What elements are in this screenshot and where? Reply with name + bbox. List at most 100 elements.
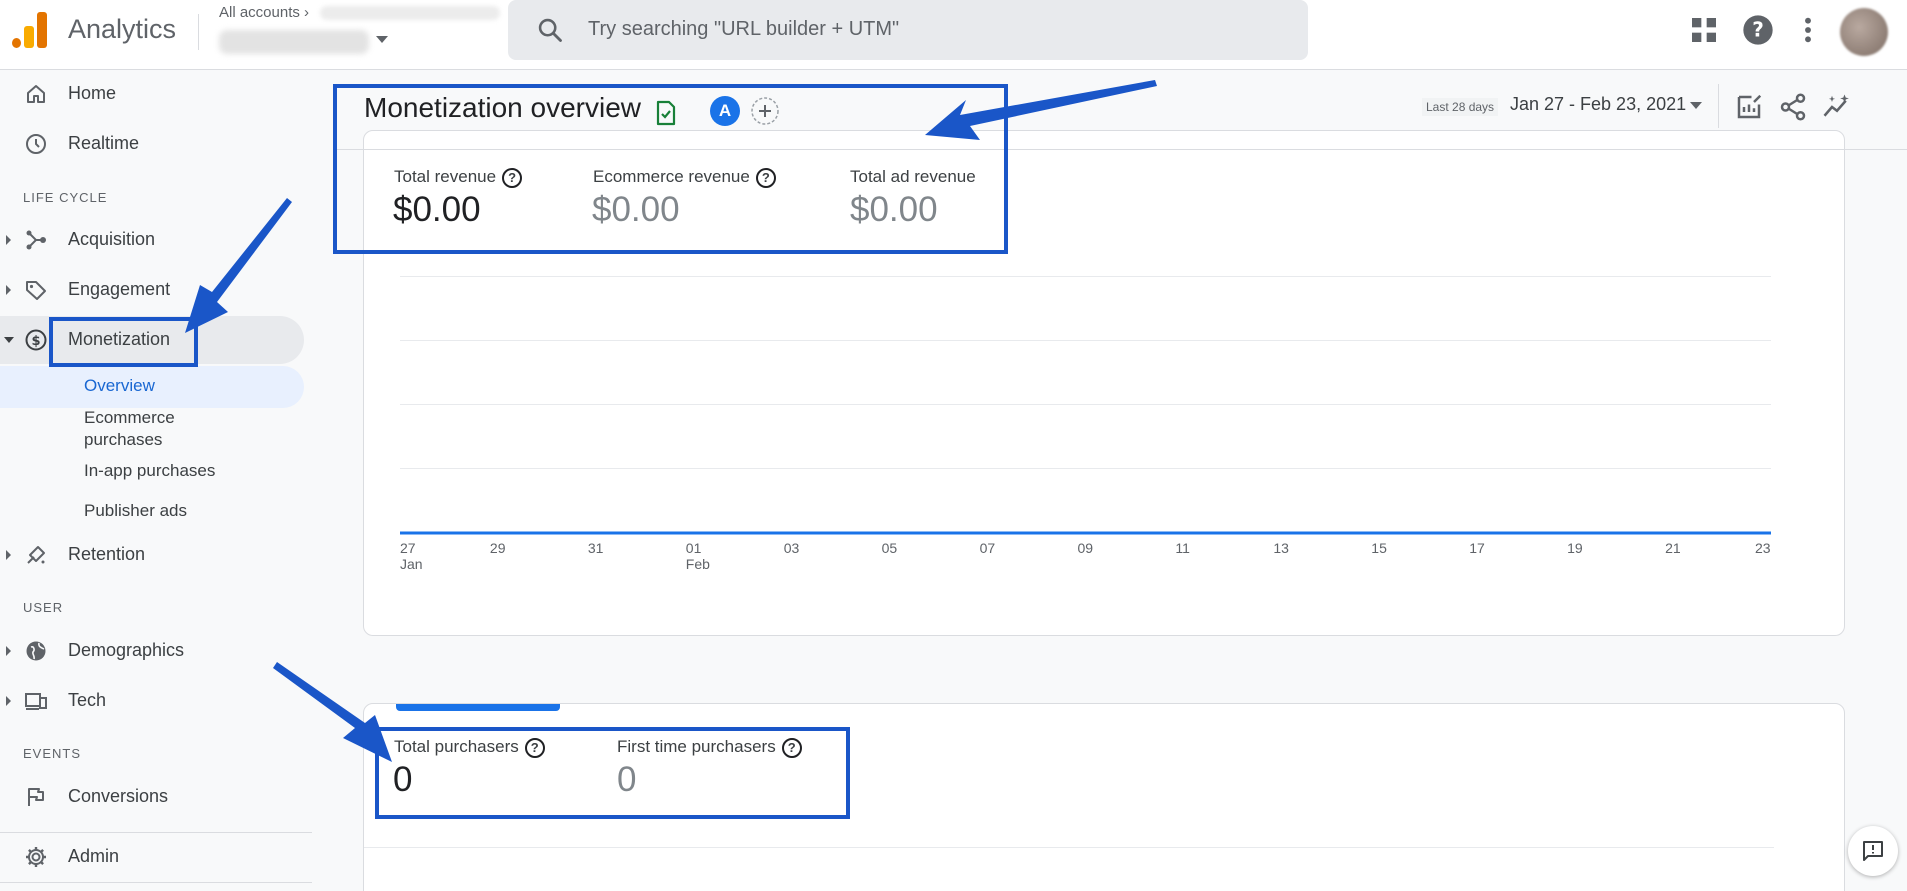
- x-tick-label: 03: [784, 540, 800, 556]
- more-vert-icon[interactable]: [1792, 14, 1824, 46]
- x-tick-label: 21: [1665, 540, 1681, 556]
- x-tick-label: 13: [1273, 540, 1289, 556]
- x-tick-label: 31: [588, 540, 604, 556]
- expand-arrow-icon[interactable]: [6, 285, 11, 295]
- section-label-lifecycle: LIFE CYCLE: [23, 190, 108, 205]
- x-tick-day: 01: [685, 540, 702, 556]
- x-tick-label: 05: [882, 540, 898, 556]
- x-tick-label: 01 Feb: [686, 540, 710, 572]
- sidebar-item-label: Engagement: [68, 279, 171, 299]
- sidebar-item-retention[interactable]: Retention: [0, 531, 304, 579]
- sidebar-item-home[interactable]: Home: [0, 70, 304, 118]
- customize-report-icon[interactable]: [1734, 92, 1764, 122]
- x-tick-day: 03: [783, 540, 800, 556]
- sidebar-subitem-ecommerce[interactable]: Ecommerce purchases: [84, 407, 175, 451]
- x-tick-day: 15: [1371, 540, 1387, 556]
- sidebar-subitem-label-line2: purchases: [84, 430, 163, 449]
- x-tick-day: 21: [1665, 540, 1681, 556]
- feedback-icon: [1863, 841, 1883, 861]
- x-tick-day: 05: [881, 540, 898, 556]
- x-tick-label: 07: [980, 540, 996, 556]
- date-range[interactable]: Jan 27 - Feb 23, 2021: [1510, 94, 1686, 115]
- x-tick-day: 07: [979, 540, 996, 556]
- sidebar-subitem-overview[interactable]: Overview: [84, 375, 155, 397]
- sidebar-subitem-inapp[interactable]: In-app purchases: [84, 460, 215, 482]
- gridline: [400, 404, 1771, 405]
- app-title: Analytics: [68, 14, 177, 44]
- apps-grid-icon[interactable]: [1688, 14, 1720, 46]
- sidebar-item-label: Admin: [68, 846, 120, 866]
- card-tab-indicator: [396, 704, 560, 711]
- expand-arrow-icon[interactable]: [6, 235, 11, 245]
- x-tick-label: 19: [1567, 540, 1583, 556]
- property-selector-redacted[interactable]: [219, 30, 369, 54]
- expand-arrow-icon[interactable]: [6, 550, 11, 560]
- sidebar-item-conversions[interactable]: Conversions: [0, 773, 304, 821]
- sidebar-item-acquisition[interactable]: Acquisition: [0, 216, 304, 264]
- sidebar-item-realtime[interactable]: Realtime: [0, 120, 304, 168]
- accounts-label[interactable]: All accounts: [219, 4, 300, 21]
- analytics-logo-icon[interactable]: [12, 12, 48, 48]
- insights-icon[interactable]: [1822, 92, 1852, 122]
- x-tick-day: 29: [489, 540, 506, 556]
- sidebar-item-label: Home: [68, 83, 117, 103]
- svg-text:$: $: [31, 334, 40, 349]
- sidebar-item-demographics[interactable]: Demographics: [0, 627, 304, 675]
- top-bar: Analytics All accounts › Try searching "…: [0, 0, 1907, 70]
- share-icon[interactable]: [1778, 92, 1808, 122]
- acquisition-icon: [26, 230, 46, 250]
- accounts-breadcrumb[interactable]: All accounts ›: [219, 4, 309, 21]
- date-dropdown-icon[interactable]: [1690, 102, 1702, 109]
- x-tick-day: 17: [1469, 540, 1485, 556]
- chart-plot: [400, 531, 1771, 535]
- sidebar-item-label: Conversions: [68, 786, 169, 806]
- x-tick-month: Jan: [400, 556, 423, 572]
- date-preset-label[interactable]: Last 28 days: [1422, 98, 1499, 116]
- sidebar-item-engagement[interactable]: Engagement: [0, 266, 304, 314]
- sidebar: Home Realtime LIFE CYCLE Acquisition Eng…: [0, 70, 312, 891]
- x-tick-label: 29: [490, 540, 506, 556]
- search-bar[interactable]: Try searching "URL builder + UTM": [508, 0, 1308, 60]
- retention-icon: [27, 546, 45, 564]
- expand-arrow-icon[interactable]: [6, 646, 11, 656]
- annotation-box-header: [333, 84, 1008, 254]
- gridline: [400, 276, 1771, 277]
- x-tick-label: 17: [1469, 540, 1485, 556]
- home-icon: [27, 85, 45, 103]
- avatar[interactable]: [1840, 8, 1888, 56]
- help-icon[interactable]: ?: [1742, 14, 1774, 46]
- sidebar-item-label: Realtime: [68, 133, 140, 153]
- gear-icon: [26, 847, 46, 867]
- x-tick-day: 31: [587, 540, 604, 556]
- sidebar-item-tech[interactable]: Tech: [0, 677, 304, 725]
- search-icon: [538, 18, 562, 42]
- expand-arrow-icon[interactable]: [6, 696, 11, 706]
- gridline: [400, 468, 1771, 469]
- feedback-button[interactable]: [1848, 826, 1898, 876]
- x-tick-label: 23: [1755, 540, 1771, 556]
- x-tick-label: 11: [1175, 540, 1190, 556]
- sidebar-item-label: Tech: [68, 690, 107, 710]
- annotation-box-monetization: [49, 317, 198, 367]
- sidebar-subitem-publisher-ads[interactable]: Publisher ads: [84, 500, 187, 522]
- devices-icon: [25, 693, 47, 710]
- property-dropdown-icon[interactable]: [376, 36, 388, 43]
- x-tick-day: 19: [1567, 540, 1583, 556]
- search-placeholder[interactable]: Try searching "URL builder + UTM": [588, 18, 899, 41]
- sidebar-item-label: Acquisition: [68, 229, 156, 249]
- sidebar-item-label: Demographics: [68, 640, 185, 660]
- divider: [1718, 84, 1719, 128]
- x-tick-day: 13: [1273, 540, 1289, 556]
- dollar-icon: $: [25, 329, 47, 351]
- x-tick-day: 27: [400, 540, 416, 556]
- tag-icon: [26, 281, 46, 300]
- annotation-box-purchasers: [375, 727, 850, 819]
- collapse-arrow-icon[interactable]: [4, 337, 14, 343]
- x-tick-day: 23: [1755, 540, 1771, 556]
- sidebar-item-admin[interactable]: Admin: [0, 833, 304, 881]
- section-label-events: EVENTS: [23, 746, 82, 761]
- account-name-redacted: [320, 6, 500, 20]
- x-tick-label: 09: [1078, 540, 1094, 556]
- clock-icon: [26, 134, 46, 154]
- x-tick-label: 15: [1371, 540, 1387, 556]
